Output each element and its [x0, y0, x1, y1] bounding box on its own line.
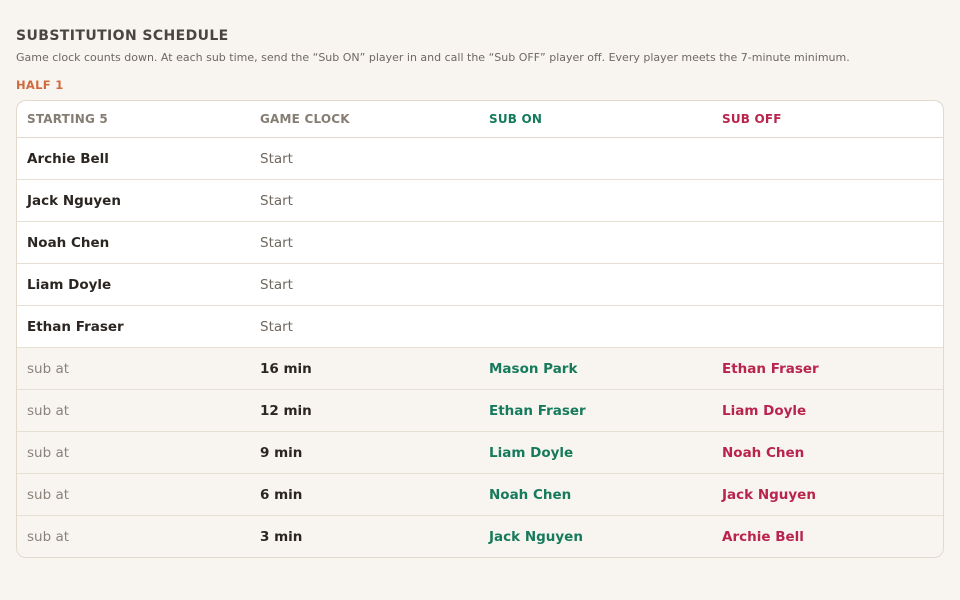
column-header-sub-off: SUB OFF — [712, 101, 943, 138]
table-row-starter: Archie Bell Start — [17, 137, 943, 180]
starter-clock: Start — [250, 137, 479, 180]
table-row-starter: Ethan Fraser Start — [17, 305, 943, 348]
starter-clock: Start — [250, 305, 479, 348]
sub-off-player: Liam Doyle — [712, 389, 943, 432]
empty-cell — [712, 221, 943, 264]
empty-cell — [479, 179, 712, 222]
sub-at-label: sub at — [17, 431, 250, 474]
sub-on-player: Noah Chen — [479, 473, 712, 516]
column-header-sub-on: SUB ON — [479, 101, 712, 138]
sub-at-label: sub at — [17, 473, 250, 516]
starter-name: Noah Chen — [17, 221, 250, 264]
sub-at-label: sub at — [17, 515, 250, 557]
table-row-starter: Noah Chen Start — [17, 221, 943, 264]
starter-name: Liam Doyle — [17, 263, 250, 306]
sub-clock: 12 min — [250, 389, 479, 432]
starter-name: Archie Bell — [17, 137, 250, 180]
empty-cell — [479, 221, 712, 264]
sub-on-player: Mason Park — [479, 347, 712, 390]
table-row-substitution: sub at 6 min Noah Chen Jack Nguyen — [17, 473, 943, 516]
sub-on-player: Ethan Fraser — [479, 389, 712, 432]
sub-clock: 3 min — [250, 515, 479, 557]
schedule-table: STARTING 5 GAME CLOCK SUB ON SUB OFF Arc… — [17, 101, 943, 557]
sub-at-label: sub at — [17, 389, 250, 432]
starter-name: Ethan Fraser — [17, 305, 250, 348]
table-row-starter: Liam Doyle Start — [17, 263, 943, 306]
empty-cell — [479, 137, 712, 180]
table-row-substitution: sub at 12 min Ethan Fraser Liam Doyle — [17, 389, 943, 432]
schedule-table-card: STARTING 5 GAME CLOCK SUB ON SUB OFF Arc… — [16, 100, 944, 558]
table-row-substitution: sub at 3 min Jack Nguyen Archie Bell — [17, 515, 943, 557]
sub-off-player: Ethan Fraser — [712, 347, 943, 390]
starter-clock: Start — [250, 179, 479, 222]
sub-on-player: Liam Doyle — [479, 431, 712, 474]
empty-cell — [712, 263, 943, 306]
sub-off-player: Jack Nguyen — [712, 473, 943, 516]
sub-clock: 6 min — [250, 473, 479, 516]
schedule-panel: SUBSTITUTION SCHEDULE Game clock counts … — [0, 0, 960, 558]
table-row-substitution: sub at 16 min Mason Park Ethan Fraser — [17, 347, 943, 390]
sub-clock: 16 min — [250, 347, 479, 390]
sub-clock: 9 min — [250, 431, 479, 474]
empty-cell — [712, 305, 943, 348]
table-header-row: STARTING 5 GAME CLOCK SUB ON SUB OFF — [17, 101, 943, 138]
sub-off-player: Archie Bell — [712, 515, 943, 557]
empty-cell — [712, 179, 943, 222]
half-label: HALF 1 — [16, 78, 64, 92]
starter-clock: Start — [250, 221, 479, 264]
starter-name: Jack Nguyen — [17, 179, 250, 222]
empty-cell — [712, 137, 943, 180]
sub-at-label: sub at — [17, 347, 250, 390]
empty-cell — [479, 305, 712, 348]
sub-on-player: Jack Nguyen — [479, 515, 712, 557]
table-row-substitution: sub at 9 min Liam Doyle Noah Chen — [17, 431, 943, 474]
table-row-starter: Jack Nguyen Start — [17, 179, 943, 222]
column-header-starting: STARTING 5 — [17, 101, 250, 138]
sub-off-player: Noah Chen — [712, 431, 943, 474]
empty-cell — [479, 263, 712, 306]
page-title: SUBSTITUTION SCHEDULE — [16, 28, 229, 44]
column-header-clock: GAME CLOCK — [250, 101, 479, 138]
page-description: Game clock counts down. At each sub time… — [16, 51, 850, 64]
starter-clock: Start — [250, 263, 479, 306]
